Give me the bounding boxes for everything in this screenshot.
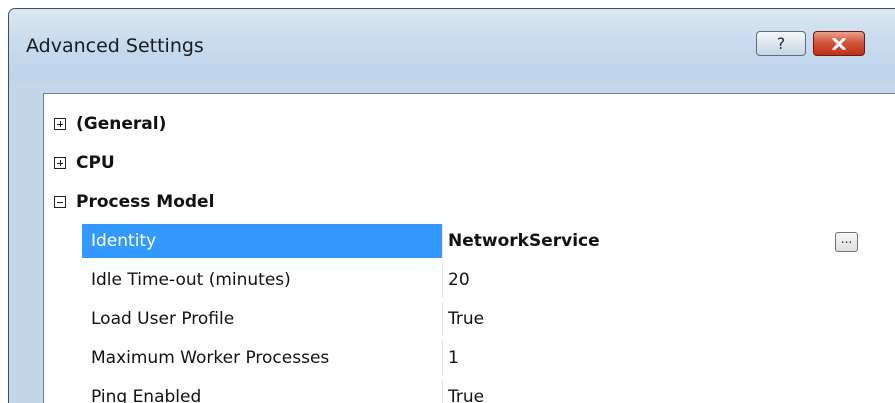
category-general[interactable]: (General) xyxy=(44,107,895,141)
plus-icon[interactable] xyxy=(54,157,66,169)
browse-button[interactable]: ... xyxy=(835,232,858,252)
property-name: Identity xyxy=(82,224,442,258)
property-name: Maximum Worker Processes xyxy=(91,348,330,368)
category-cpu[interactable]: CPU xyxy=(44,146,895,180)
property-value[interactable]: NetworkService xyxy=(448,224,600,258)
title-bar[interactable]: Advanced Settings ? xyxy=(9,9,895,81)
column-divider xyxy=(442,341,443,375)
property-row-ping-enabled[interactable]: Ping Enabled True xyxy=(44,380,895,403)
help-icon: ? xyxy=(776,34,786,53)
property-value[interactable]: True xyxy=(448,380,484,403)
close-button[interactable] xyxy=(813,31,865,56)
property-row-identity[interactable]: Identity NetworkService ... xyxy=(44,224,895,258)
help-button[interactable]: ? xyxy=(756,31,806,56)
property-row-load-user-profile[interactable]: Load User Profile True xyxy=(44,302,895,336)
category-process-model[interactable]: Process Model xyxy=(44,185,895,219)
plus-icon[interactable] xyxy=(54,118,66,130)
property-name: Load User Profile xyxy=(91,309,235,329)
category-label: CPU xyxy=(76,153,115,173)
column-divider xyxy=(442,263,443,297)
advanced-settings-dialog: Advanced Settings ? (General) CPU Proces… xyxy=(8,8,895,403)
property-value[interactable]: True xyxy=(448,302,484,336)
property-grid: (General) CPU Process Model Identity Net… xyxy=(43,93,895,403)
category-label: (General) xyxy=(76,114,167,134)
property-name: Idle Time-out (minutes) xyxy=(91,270,291,290)
column-divider xyxy=(442,302,443,336)
column-divider xyxy=(442,224,443,258)
column-divider xyxy=(442,380,443,403)
property-name: Ping Enabled xyxy=(91,387,202,403)
property-row-idle-timeout[interactable]: Idle Time-out (minutes) 20 xyxy=(44,263,895,297)
close-icon xyxy=(832,37,846,50)
property-value[interactable]: 20 xyxy=(448,263,470,297)
category-label: Process Model xyxy=(76,192,215,212)
window-title: Advanced Settings xyxy=(26,35,204,57)
property-row-max-worker-processes[interactable]: Maximum Worker Processes 1 xyxy=(44,341,895,375)
property-value[interactable]: 1 xyxy=(448,341,459,375)
minus-icon[interactable] xyxy=(54,196,66,208)
